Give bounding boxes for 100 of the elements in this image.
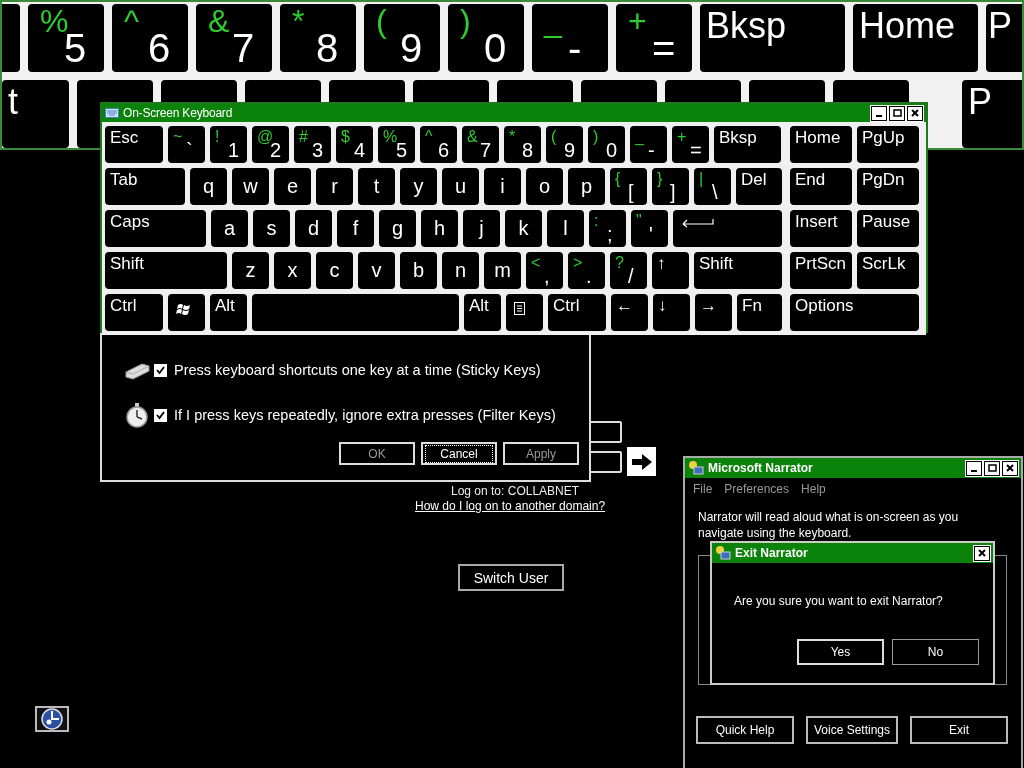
keyboard-key[interactable]: g [379, 210, 416, 247]
keyboard-key[interactable]: ? / [610, 252, 647, 289]
maximize-button[interactable] [984, 460, 1000, 476]
checkbox[interactable] [154, 363, 167, 377]
keyboard-key[interactable]: @ 2 [252, 126, 289, 163]
keyboard-key[interactable]: p [568, 168, 605, 205]
keyboard-key[interactable]: Fn [737, 294, 782, 331]
keyboard-key[interactable] [168, 294, 205, 331]
menu-item[interactable]: Preferences [724, 482, 790, 496]
keyboard-key[interactable]: s [253, 210, 290, 247]
keyboard-key[interactable]: Alt [464, 294, 501, 331]
keyboard-key[interactable]: ) 0 [448, 4, 524, 72]
keyboard-key[interactable]: k [505, 210, 542, 247]
keyboard-key[interactable]: } ] [652, 168, 689, 205]
keyboard-key[interactable]: P [962, 80, 1022, 148]
keyboard-key[interactable]: h [421, 210, 458, 247]
keyboard-key[interactable]: Bksp [714, 126, 781, 163]
keyboard-key[interactable]: Ctrl [105, 294, 163, 331]
dialog-button[interactable]: No [892, 639, 979, 665]
keyboard-key[interactable]: ( 9 [546, 126, 583, 163]
keyboard-key[interactable]: & 7 [196, 4, 272, 72]
keyboard-key[interactable]: r [316, 168, 353, 205]
keyboard-key[interactable]: > . [568, 252, 605, 289]
keyboard-key[interactable]: d [295, 210, 332, 247]
keyboard-key[interactable]: ^ 6 [112, 4, 188, 72]
keyboard-key[interactable]: q [190, 168, 227, 205]
keyboard-key[interactable]: m [484, 252, 521, 289]
narrator-button[interactable]: Quick Help [696, 716, 794, 744]
keyboard-key[interactable]: ) 0 [588, 126, 625, 163]
keyboard-key[interactable]: Esc [105, 126, 163, 163]
keyboard-key[interactable]: n [442, 252, 479, 289]
accessibility-button[interactable] [35, 706, 69, 732]
keyboard-key[interactable]: + = [616, 4, 692, 72]
keyboard-key[interactable]: $ 4 [336, 126, 373, 163]
keyboard-key[interactable]: t [358, 168, 395, 205]
keyboard-key[interactable]: ↓ [653, 294, 690, 331]
keyboard-key[interactable]: : ; [589, 210, 626, 247]
keyboard-key[interactable]: i [484, 168, 521, 205]
close-button[interactable] [1002, 460, 1018, 476]
keyboard-key[interactable]: % 5 [28, 4, 104, 72]
keyboard-key[interactable]: End [790, 168, 852, 205]
help-link[interactable]: How do I log on to another domain? [415, 499, 606, 513]
keyboard-key[interactable]: P [986, 4, 1022, 72]
keyboard-key[interactable]: Tab [105, 168, 185, 205]
keyboard-key[interactable]: PrtScn [790, 252, 852, 289]
keyboard-key[interactable]: x [274, 252, 311, 289]
keyboard-key[interactable]: | \ [694, 168, 731, 205]
narrator-button[interactable]: Exit [910, 716, 1008, 744]
keyboard-key[interactable]: t [2, 80, 69, 148]
keyboard-key[interactable]: Ctrl [548, 294, 606, 331]
keyboard-key[interactable]: + = [672, 126, 709, 163]
keyboard-key[interactable]: Alt [210, 294, 247, 331]
keyboard-key[interactable]: f [337, 210, 374, 247]
keyboard-key[interactable]: a [211, 210, 248, 247]
switch-user-button[interactable]: Switch User [458, 564, 564, 591]
keyboard-key[interactable] [506, 294, 543, 331]
keyboard-key[interactable]: z [232, 252, 269, 289]
minimize-button[interactable] [966, 460, 982, 476]
keyboard-key[interactable]: w [232, 168, 269, 205]
keyboard-key[interactable]: Pause [857, 210, 919, 247]
keyboard-key[interactable]: j [463, 210, 500, 247]
keyboard-key[interactable]: " ' [631, 210, 668, 247]
keyboard-key[interactable]: * 8 [280, 4, 356, 72]
keyboard-key[interactable]: y [400, 168, 437, 205]
keyboard-key[interactable]: % 5 [378, 126, 415, 163]
keyboard-key[interactable]: < , [526, 252, 563, 289]
keyboard-key[interactable]: Shift [105, 252, 227, 289]
menu-item[interactable]: File [693, 482, 713, 496]
keyboard-key[interactable]: Insert [790, 210, 852, 247]
dialog-button[interactable]: Cancel [421, 442, 497, 465]
keyboard-key[interactable]: → [695, 294, 732, 331]
keyboard-key[interactable]: e [274, 168, 311, 205]
keyboard-key[interactable]: ( 9 [364, 4, 440, 72]
keyboard-key[interactable]: Bksp [700, 4, 845, 72]
keyboard-key[interactable]: * 8 [504, 126, 541, 163]
keyboard-key[interactable]: Caps [105, 210, 206, 247]
keyboard-key[interactable]: c [316, 252, 353, 289]
keyboard-key[interactable]: l [547, 210, 584, 247]
menu-item[interactable]: Help [801, 482, 826, 496]
keyboard-key[interactable]: PgDn [857, 168, 919, 205]
keyboard-key[interactable]: ScrLk [857, 252, 919, 289]
keyboard-key[interactable]: u [442, 168, 479, 205]
keyboard-key[interactable]: Del [736, 168, 782, 205]
keyboard-key[interactable]: Options [790, 294, 919, 331]
keyboard-key[interactable]: ~ ` [168, 126, 205, 163]
keyboard-key[interactable]: o [526, 168, 563, 205]
narrator-button[interactable]: Voice Settings [806, 716, 898, 744]
keyboard-key[interactable]: b [400, 252, 437, 289]
keyboard-key[interactable]: ^ 6 [420, 126, 457, 163]
keyboard-key[interactable]: Home [790, 126, 852, 163]
go-button[interactable] [627, 447, 656, 476]
keyboard-key[interactable]: _ - [630, 126, 667, 163]
keyboard-key[interactable]: PgUp [857, 126, 919, 163]
maximize-button[interactable] [889, 105, 905, 121]
close-button[interactable] [974, 545, 990, 561]
keyboard-key[interactable]: Shift [694, 252, 782, 289]
dialog-button[interactable]: Yes [797, 639, 884, 665]
keyboard-key[interactable]: ↑ [652, 252, 689, 289]
keyboard-key[interactable]: ← [611, 294, 648, 331]
keyboard-key[interactable]: _ - [532, 4, 608, 72]
